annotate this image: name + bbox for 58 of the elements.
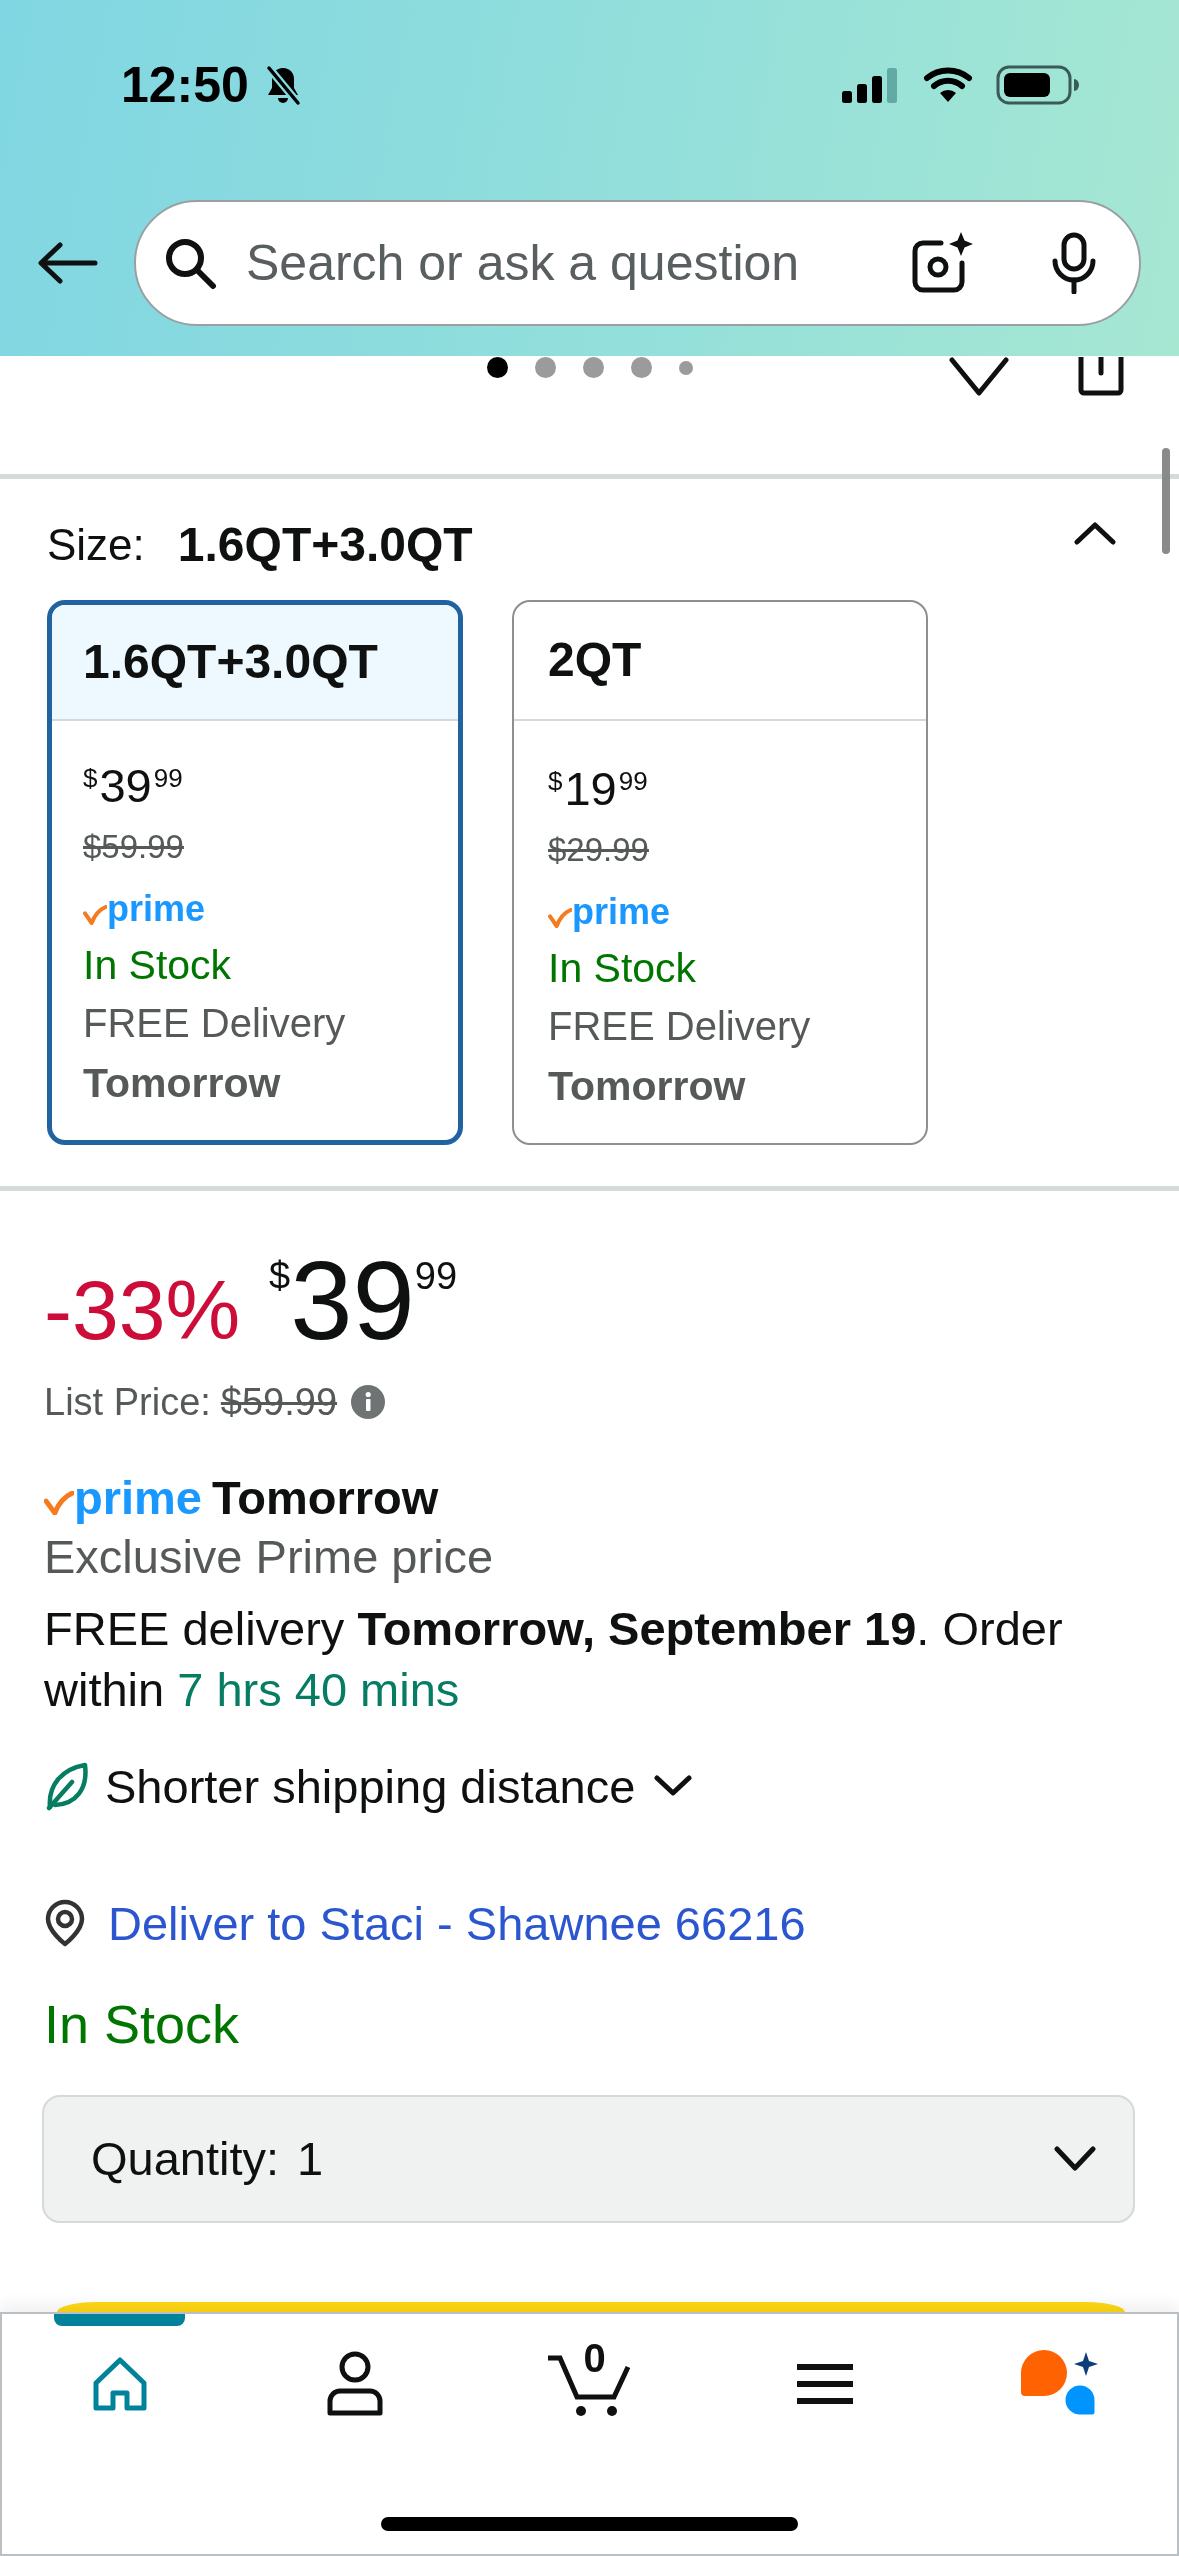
deliver-to-link[interactable]: Deliver to Staci - Shawnee 66216 xyxy=(108,1899,806,1947)
delivery-day: Tomorrow xyxy=(83,1060,281,1106)
option-title: 2QT xyxy=(548,634,642,687)
camera-icon[interactable] xyxy=(911,232,973,294)
size-value: 1.6QT+3.0QT xyxy=(177,521,473,569)
chat-bubbles-icon xyxy=(1020,2350,1099,2418)
person-icon xyxy=(325,2351,384,2417)
discount-percent: -33% xyxy=(44,1262,241,1359)
stock-status: In Stock xyxy=(83,942,232,988)
option-title: 1.6QT+3.0QT xyxy=(83,635,378,689)
sale-price: $^{$}$39$^{99}$ xyxy=(269,1245,458,1357)
option-list-price: $29.99 xyxy=(548,831,649,868)
cart-count: 0 xyxy=(583,2338,606,2378)
chevron-icon xyxy=(1054,2145,1096,2173)
clock-time: 12:50 xyxy=(121,60,249,110)
cart-tab[interactable]: 0 xyxy=(472,2314,707,2458)
wifi-icon xyxy=(923,67,973,103)
carousel-dot[interactable] xyxy=(534,357,556,378)
stock-status: In Stock xyxy=(548,945,697,991)
menu-icon xyxy=(796,2362,853,2406)
delivery-label: FREE Delivery xyxy=(548,1004,811,1048)
checkmark-icon xyxy=(44,1491,74,1515)
carousel-dot[interactable] xyxy=(486,357,508,378)
checkmark-icon xyxy=(83,905,107,925)
delivery-day: Tomorrow xyxy=(548,1063,746,1109)
search-bar[interactable]: Search or ask a question xyxy=(134,200,1141,326)
size-option[interactable]: 2QT $^{$}$19$^{99}$ $29.99 prime In Stock FREE Delivery Tomorrow xyxy=(512,600,928,1145)
carousel-dot[interactable] xyxy=(630,357,652,378)
quantity-dropdown[interactable]: Quantity: 1 xyxy=(42,2095,1135,2223)
list-price: $59.99 xyxy=(220,1379,338,1425)
option-price: $^{$}$19$^{99}$ xyxy=(548,761,648,817)
stock-status: In Stock xyxy=(44,1994,240,2054)
checkmark-icon xyxy=(548,908,572,928)
back-arrow-icon[interactable] xyxy=(36,241,98,285)
location-pin-icon xyxy=(44,1899,86,1947)
search-input[interactable]: Search or ask a question xyxy=(246,233,891,293)
carousel-dot[interactable] xyxy=(582,357,604,378)
delivery-message: FREE delivery Tomorrow, September 19. Order within 7 hrs 40 mins xyxy=(44,1601,1064,1718)
signal-icon xyxy=(842,67,898,103)
chevron-icon[interactable] xyxy=(654,1775,693,1797)
option-list-price: $59.99 xyxy=(83,828,184,865)
option-price: $^{$}$39$^{99}$ xyxy=(83,758,183,814)
share-icon[interactable] xyxy=(1077,357,1125,397)
search-icon xyxy=(163,236,217,290)
caret-icon[interactable] xyxy=(1074,521,1116,545)
battery-icon xyxy=(996,65,1080,105)
prime-label: prime xyxy=(572,894,671,930)
delivery-day: Tomorrow xyxy=(212,1473,439,1521)
delivery-label: FREE Delivery xyxy=(83,1001,346,1045)
microphone-icon[interactable] xyxy=(1050,232,1098,294)
leaf-icon xyxy=(44,1761,88,1811)
prime-price-note: Exclusive Prime price xyxy=(44,1530,494,1583)
prime-label: prime xyxy=(107,891,206,927)
size-label: Size: xyxy=(47,521,145,569)
list-price-label: List Price: xyxy=(44,1379,211,1425)
size-option[interactable]: 1.6QT+3.0QT $^{$}$39$^{99}$ $59.99 prime In Stock FREE Delivery Tomorrow xyxy=(47,600,463,1145)
info-icon[interactable] xyxy=(351,1385,386,1419)
carousel-dot[interactable] xyxy=(678,360,693,375)
